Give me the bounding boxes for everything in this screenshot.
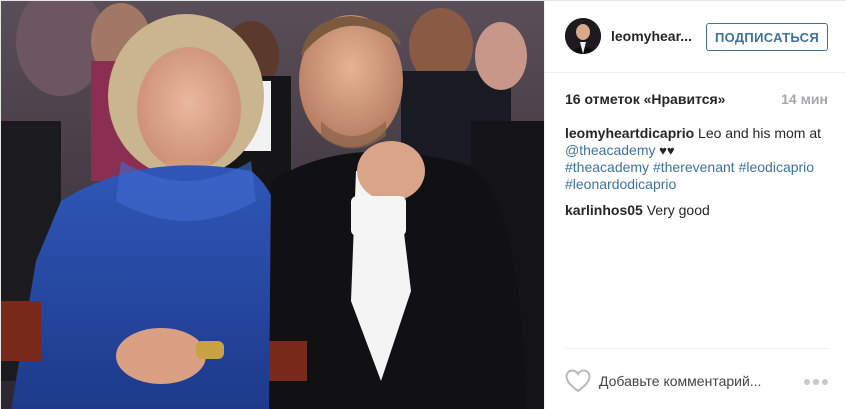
post-photo[interactable] [1, 1, 544, 409]
comment-input[interactable] [599, 370, 789, 392]
avatar[interactable] [565, 18, 601, 54]
dot [804, 379, 810, 385]
post-timestamp[interactable]: 14 мин [781, 91, 828, 107]
comment-text: Very good [642, 202, 710, 218]
comments-list: leomyheartdicaprio Leo and his mom at @t… [565, 125, 831, 228]
list-item: karlinhos05 Very good [565, 202, 831, 219]
post-header: leomyhear... ПОДПИСАТЬСЯ [545, 1, 846, 73]
caption-username[interactable]: leomyheartdicaprio [565, 125, 694, 141]
hashtag-link[interactable]: #theacademy [565, 159, 649, 175]
dot [822, 379, 828, 385]
ellipsis-icon[interactable] [804, 378, 828, 386]
hashtag-link[interactable]: #leonardodicaprio [565, 176, 676, 192]
mention-link[interactable]: @theacademy [565, 142, 655, 158]
comment-username[interactable]: karlinhos05 [565, 202, 643, 218]
heart-outline-icon[interactable] [565, 369, 591, 393]
caption: leomyheartdicaprio Leo and his mom at @t… [565, 125, 831, 193]
instagram-post: leomyhear... ПОДПИСАТЬСЯ 16 отметок «Нра… [0, 0, 846, 409]
post-sidebar: leomyhear... ПОДПИСАТЬСЯ 16 отметок «Нра… [544, 1, 846, 409]
caption-text: Leo and his mom at [694, 125, 822, 141]
post-meta: 16 отметок «Нравится» 14 мин [565, 91, 828, 111]
post-author-username[interactable]: leomyhear... [611, 28, 692, 44]
hashtag-link[interactable]: #therevenant [653, 159, 735, 175]
post-footer [565, 348, 828, 409]
hashtag-link[interactable]: #leodicaprio [739, 159, 815, 175]
likes-count[interactable]: 16 отметок «Нравится» [565, 91, 725, 107]
dot [813, 379, 819, 385]
follow-button[interactable]: ПОДПИСАТЬСЯ [706, 23, 828, 51]
caption-hearts: ♥♥ [655, 143, 675, 158]
